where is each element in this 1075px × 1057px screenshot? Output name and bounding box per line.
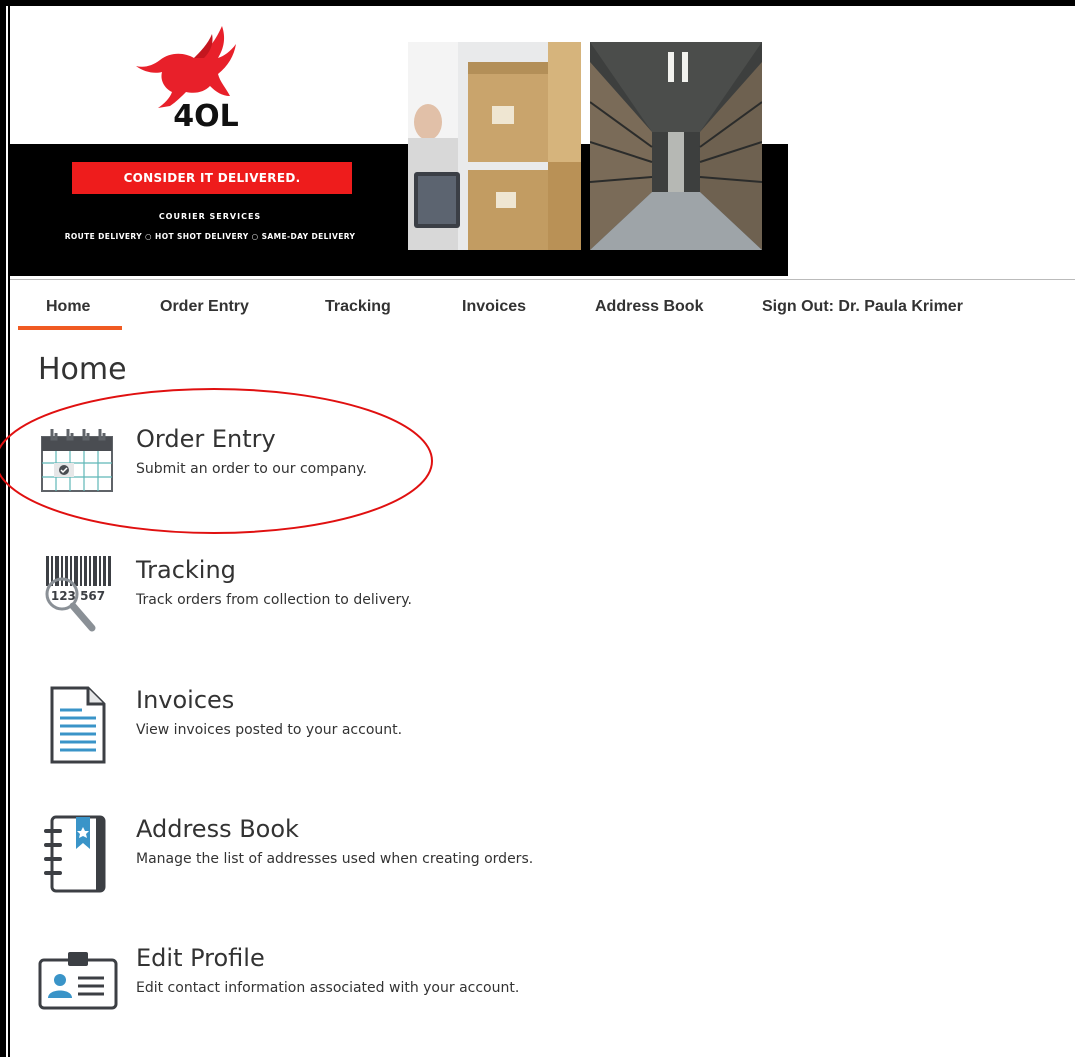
id-card-icon bbox=[38, 952, 118, 1010]
services-title: COURIER SERVICES bbox=[158, 212, 262, 221]
menu-title: Address Book bbox=[136, 815, 299, 843]
nav-active-indicator bbox=[18, 326, 122, 330]
menu-description: Edit contact information associated with… bbox=[136, 980, 520, 996]
address-book-icon bbox=[44, 815, 106, 893]
nav-tracking[interactable]: Tracking bbox=[325, 298, 391, 316]
warehouse-aisle-photo bbox=[590, 42, 762, 250]
window-frame-left bbox=[0, 0, 6, 1057]
calendar-icon bbox=[41, 429, 113, 492]
separator-icon: ○ bbox=[145, 232, 152, 241]
menu-description: View invoices posted to your account. bbox=[136, 722, 403, 738]
menu-title: Order Entry bbox=[136, 425, 276, 453]
separator-icon: ○ bbox=[251, 232, 259, 241]
menu-title: Invoices bbox=[136, 686, 235, 714]
services-list: ROUTE DELIVERY ○ HOT SHOT DELIVERY ○ SAM… bbox=[10, 232, 410, 241]
service-hotshot: HOT SHOT DELIVERY bbox=[155, 232, 249, 241]
document-icon bbox=[50, 686, 106, 764]
menu-item-invoices[interactable]: Invoices View invoices posted to your ac… bbox=[38, 686, 638, 766]
nav-address-book[interactable]: Address Book bbox=[595, 298, 703, 316]
main-nav: Home Order Entry Tracking Invoices Addre… bbox=[10, 282, 1075, 334]
slogan-banner: CONSIDER IT DELIVERED. bbox=[72, 162, 352, 194]
company-logo[interactable]: 4OL bbox=[130, 22, 280, 132]
nav-home[interactable]: Home bbox=[46, 298, 90, 316]
menu-item-edit-profile[interactable]: Edit Profile Edit contact information as… bbox=[38, 944, 638, 1024]
menu-description: Manage the list of addresses used when c… bbox=[136, 851, 534, 867]
menu-item-order-entry[interactable]: Order Entry Submit an order to our compa… bbox=[38, 425, 638, 505]
nav-invoices[interactable]: Invoices bbox=[462, 298, 526, 316]
menu-description: Track orders from collection to delivery… bbox=[136, 592, 412, 608]
menu-item-tracking[interactable]: 123 567 Tracking Track orders from colle… bbox=[38, 556, 638, 636]
page-title: Home bbox=[38, 352, 127, 387]
service-sameday: SAME-DAY DELIVERY bbox=[261, 232, 356, 241]
barcode-search-icon: 123 567 bbox=[44, 556, 114, 632]
service-route: ROUTE DELIVERY bbox=[64, 232, 143, 241]
header-divider bbox=[10, 279, 1075, 280]
menu-title: Tracking bbox=[136, 556, 236, 584]
nav-order-entry[interactable]: Order Entry bbox=[160, 298, 249, 316]
menu-description: Submit an order to our company. bbox=[136, 461, 367, 477]
nav-sign-out[interactable]: Sign Out: Dr. Paula Krimer bbox=[762, 298, 963, 316]
warehouse-boxes-photo bbox=[408, 42, 581, 250]
header-banner: 4OL CONSIDER IT DELIVERED. COURIER SERVI… bbox=[10, 6, 790, 276]
menu-title: Edit Profile bbox=[136, 944, 265, 972]
menu-item-address-book[interactable]: Address Book Manage the list of addresse… bbox=[38, 815, 638, 895]
logo-text: 4OL bbox=[173, 99, 239, 132]
